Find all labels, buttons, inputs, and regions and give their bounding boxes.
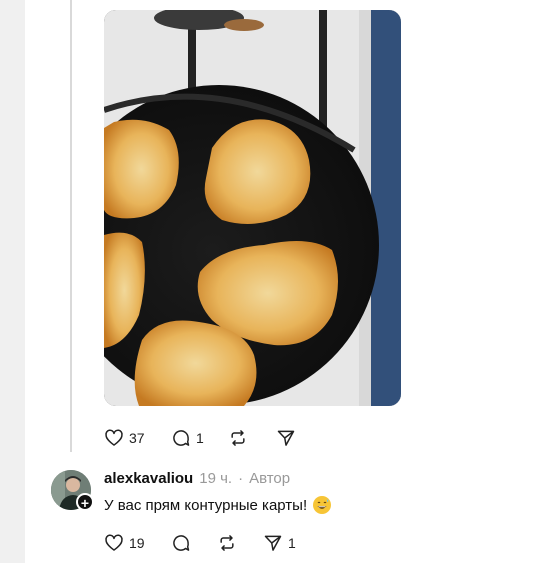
- heart-icon: [105, 534, 123, 551]
- reply-like-count: 19: [129, 535, 145, 551]
- repost-icon: [220, 535, 234, 551]
- reply-like-button[interactable]: 19: [104, 532, 171, 554]
- reply-actions: 19 1: [104, 532, 296, 554]
- author-badge: Автор: [249, 470, 291, 487]
- repost-icon: [231, 430, 245, 446]
- reply-header: alexkavaliou 19 ч. · Автор: [104, 470, 290, 487]
- username[interactable]: alexkavaliou: [104, 470, 193, 487]
- comment-icon: [173, 535, 190, 551]
- reply-button[interactable]: 1: [171, 427, 228, 449]
- reply-text: У вас прям контурные карты!: [104, 496, 308, 514]
- reply-share-button[interactable]: 1: [263, 532, 296, 554]
- reply-repost-button[interactable]: [217, 532, 263, 554]
- send-icon: [277, 430, 295, 446]
- like-count: 37: [129, 430, 145, 446]
- thread-line: [70, 0, 72, 452]
- reply-share-count: 1: [288, 535, 296, 551]
- post-actions: 37 1: [104, 427, 296, 449]
- reply-comment-button[interactable]: [171, 532, 217, 554]
- meta-separator: ·: [238, 470, 244, 487]
- reply-count: 1: [196, 430, 204, 446]
- like-button[interactable]: 37: [104, 427, 171, 449]
- send-icon: [264, 535, 282, 551]
- heart-icon: [105, 429, 123, 446]
- pancakes-in-frying-pan-image: [104, 10, 401, 406]
- follow-plus-button[interactable]: +: [76, 493, 94, 511]
- share-button[interactable]: [276, 427, 296, 449]
- repost-button[interactable]: [228, 427, 276, 449]
- grinning-sweat-emoji-icon: [313, 496, 332, 514]
- comment-icon: [173, 430, 190, 446]
- post-photo[interactable]: [104, 10, 401, 406]
- reply-body: У вас прям контурные карты!: [104, 496, 332, 514]
- timestamp: 19 ч.: [199, 470, 233, 487]
